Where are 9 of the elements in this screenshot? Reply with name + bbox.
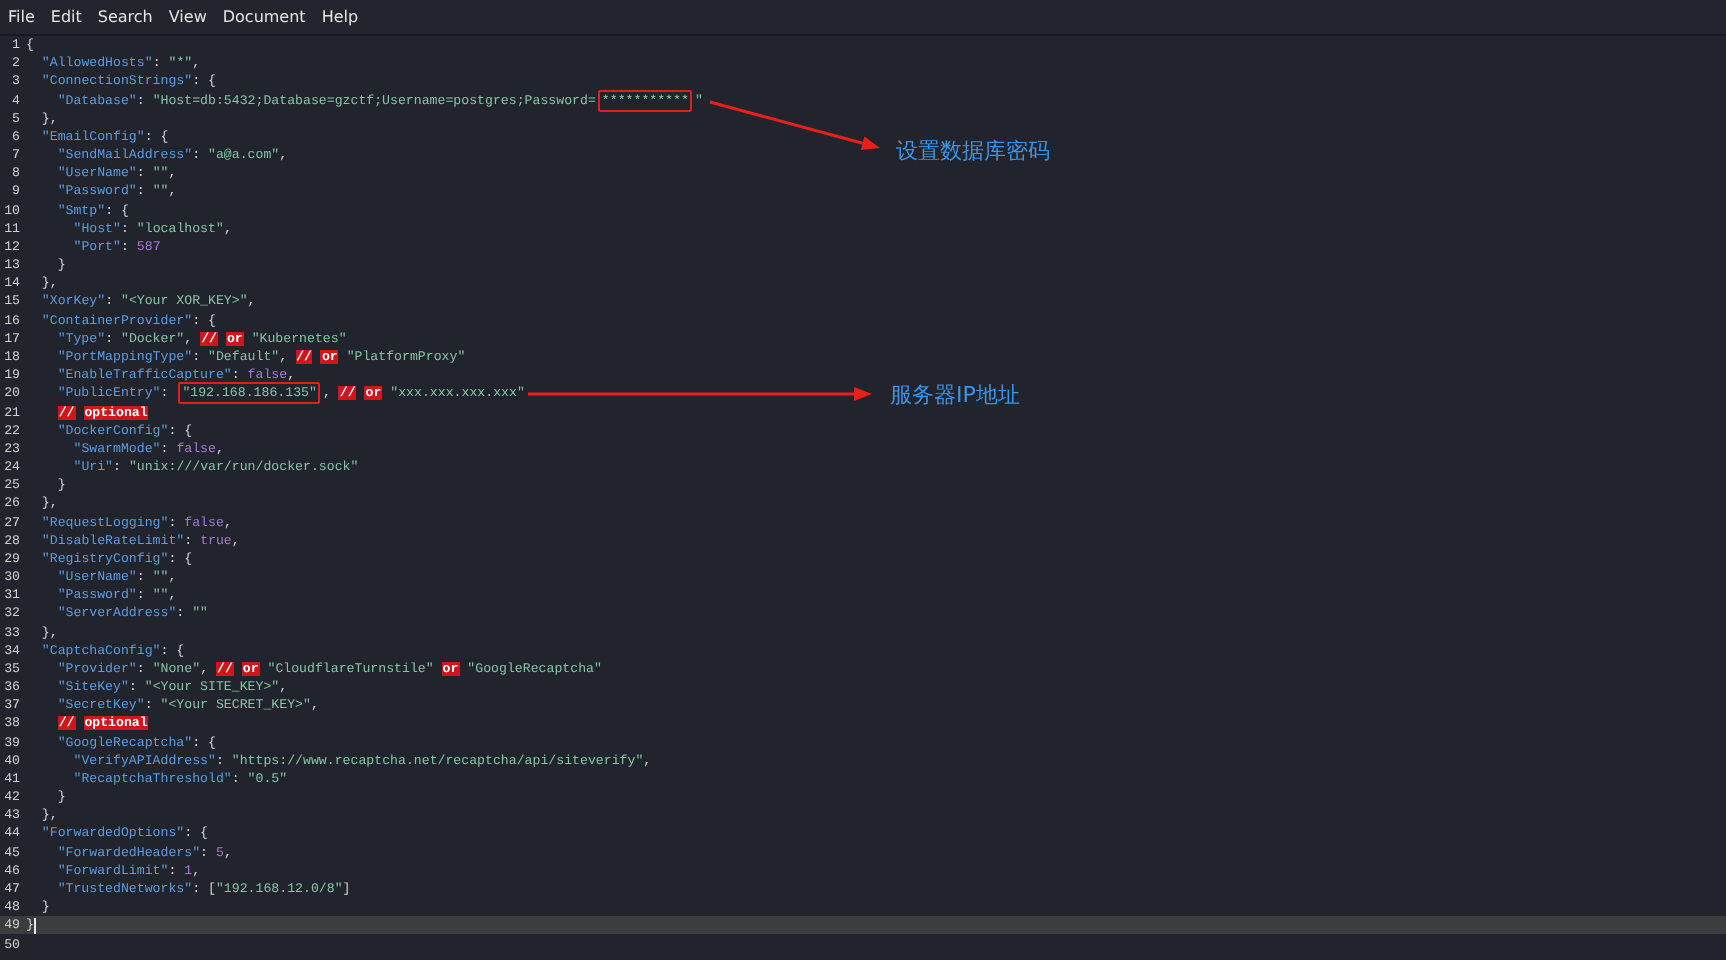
menu-item[interactable]: Edit (42, 4, 90, 30)
menu-item[interactable]: File (0, 4, 43, 30)
menu-item[interactable]: Document (214, 4, 314, 30)
menu-item[interactable]: Search (89, 4, 161, 30)
text-cursor (33, 917, 36, 934)
menu-item[interactable]: Help (313, 4, 367, 30)
menu-item[interactable]: View (160, 4, 215, 30)
annotation-label: 服务器IP地址 (890, 380, 1020, 410)
annotation-label: 设置数据库密码 (896, 136, 1050, 166)
